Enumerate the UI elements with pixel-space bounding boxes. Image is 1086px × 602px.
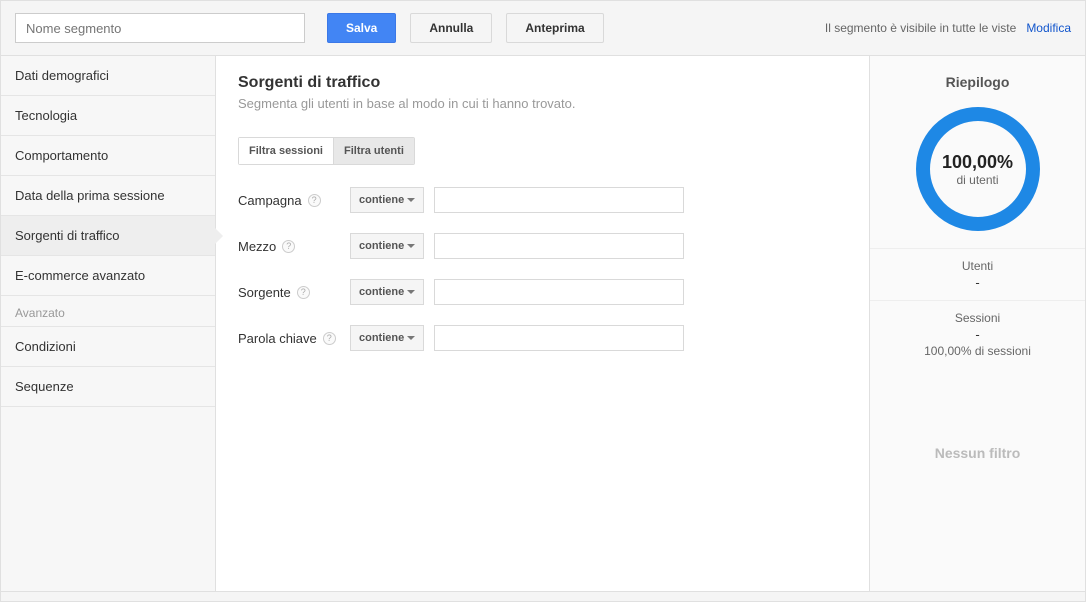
sidebar-group-advanced: Avanzato <box>1 296 215 327</box>
modify-link[interactable]: Modifica <box>1026 21 1071 35</box>
stat-sessions-value: - <box>870 327 1085 342</box>
field-row-medium: Mezzo ? contiene <box>238 233 847 259</box>
chevron-down-icon <box>407 336 415 340</box>
field-label: Parola chiave ? <box>238 331 350 346</box>
sidebar-item-label: Condizioni <box>15 339 76 354</box>
cancel-button[interactable]: Annulla <box>410 13 492 43</box>
stat-users-label: Utenti <box>870 259 1085 273</box>
sidebar-item-label: Sequenze <box>15 379 74 394</box>
topbar-buttons: Salva Annulla Anteprima <box>327 13 604 43</box>
operator-select[interactable]: contiene <box>350 187 424 213</box>
field-label-text: Parola chiave <box>238 331 317 346</box>
field-label-text: Sorgente <box>238 285 291 300</box>
operator-select[interactable]: contiene <box>350 325 424 351</box>
summary-donut: 100,00% di utenti <box>913 104 1043 234</box>
chevron-down-icon <box>407 198 415 202</box>
operator-value: contiene <box>359 194 404 206</box>
preview-button[interactable]: Anteprima <box>506 13 603 43</box>
help-icon[interactable]: ? <box>282 240 295 253</box>
sidebar-item-behavior[interactable]: Comportamento <box>1 136 215 176</box>
tab-filter-users[interactable]: Filtra utenti <box>334 138 414 164</box>
field-label: Sorgente ? <box>238 285 350 300</box>
sidebar: Dati demografici Tecnologia Comportament… <box>1 56 216 591</box>
stat-sessions-sub: 100,00% di sessioni <box>870 344 1085 358</box>
chevron-down-icon <box>407 290 415 294</box>
field-label: Mezzo ? <box>238 239 350 254</box>
chevron-down-icon <box>407 244 415 248</box>
sidebar-item-label: Tecnologia <box>15 108 77 123</box>
sidebar-item-first-session[interactable]: Data della prima sessione <box>1 176 215 216</box>
donut-label: di utenti <box>956 173 998 187</box>
help-icon[interactable]: ? <box>297 286 310 299</box>
sidebar-item-traffic-sources[interactable]: Sorgenti di traffico <box>1 216 215 256</box>
stat-sessions-label: Sessioni <box>870 311 1085 325</box>
field-row-source: Sorgente ? contiene <box>238 279 847 305</box>
donut-percent: 100,00% <box>942 152 1013 173</box>
tab-filter-sessions[interactable]: Filtra sessioni <box>239 138 334 164</box>
page-title: Sorgenti di traffico <box>238 74 847 92</box>
summary-stat-users: Utenti - <box>870 248 1085 300</box>
sidebar-item-label: Comportamento <box>15 148 108 163</box>
medium-input[interactable] <box>434 233 684 259</box>
sidebar-item-label: Data della prima sessione <box>15 188 165 203</box>
field-row-campaign: Campagna ? contiene <box>238 187 847 213</box>
segment-name-input[interactable] <box>15 13 305 43</box>
sidebar-item-label: Dati demografici <box>15 68 109 83</box>
field-label: Campagna ? <box>238 193 350 208</box>
operator-value: contiene <box>359 240 404 252</box>
campaign-input[interactable] <box>434 187 684 213</box>
sidebar-item-technology[interactable]: Tecnologia <box>1 96 215 136</box>
page-subtitle: Segmenta gli utenti in base al modo in c… <box>238 96 847 111</box>
sidebar-item-ecommerce[interactable]: E-commerce avanzato <box>1 256 215 296</box>
topbar: Salva Annulla Anteprima Il segmento è vi… <box>1 1 1085 56</box>
operator-select[interactable]: contiene <box>350 279 424 305</box>
visibility-text: Il segmento è visibile in tutte le viste <box>825 21 1016 35</box>
help-icon[interactable]: ? <box>323 332 336 345</box>
field-row-keyword: Parola chiave ? contiene <box>238 325 847 351</box>
main-panel: Sorgenti di traffico Segmenta gli utenti… <box>216 56 870 591</box>
sidebar-item-label: E-commerce avanzato <box>15 268 145 283</box>
sidebar-item-sequences[interactable]: Sequenze <box>1 367 215 407</box>
help-icon[interactable]: ? <box>308 194 321 207</box>
footer-strip <box>1 591 1085 601</box>
stat-users-value: - <box>870 275 1085 290</box>
operator-value: contiene <box>359 286 404 298</box>
summary-title: Riepilogo <box>946 74 1010 90</box>
no-filter-label: Nessun filtro <box>935 445 1021 461</box>
field-label-text: Mezzo <box>238 239 276 254</box>
topbar-right: Il segmento è visibile in tutte le viste… <box>825 21 1071 35</box>
sidebar-item-label: Sorgenti di traffico <box>15 228 120 243</box>
operator-value: contiene <box>359 332 404 344</box>
source-input[interactable] <box>434 279 684 305</box>
filter-tabs: Filtra sessioni Filtra utenti <box>238 137 415 165</box>
sidebar-item-demographics[interactable]: Dati demografici <box>1 56 215 96</box>
sidebar-item-conditions[interactable]: Condizioni <box>1 327 215 367</box>
summary-panel: Riepilogo 100,00% di utenti Utenti - Ses… <box>870 56 1085 591</box>
field-label-text: Campagna <box>238 193 302 208</box>
operator-select[interactable]: contiene <box>350 233 424 259</box>
keyword-input[interactable] <box>434 325 684 351</box>
summary-stat-sessions: Sessioni - 100,00% di sessioni <box>870 300 1085 368</box>
save-button[interactable]: Salva <box>327 13 396 43</box>
